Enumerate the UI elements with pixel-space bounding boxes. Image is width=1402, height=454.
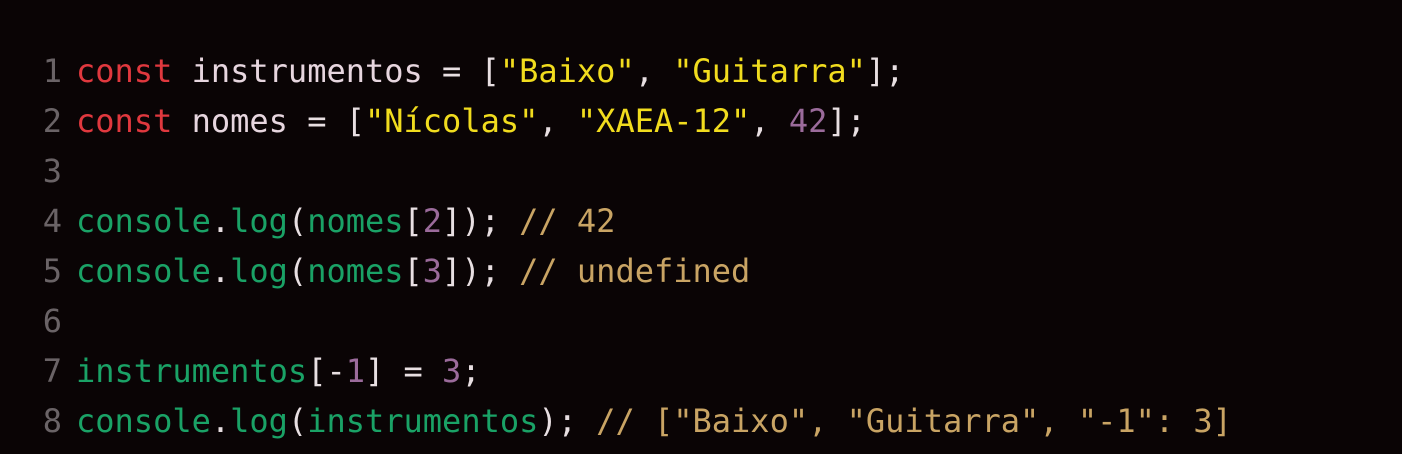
code-token: // ["Baixo", "Guitarra", "-1": 3] xyxy=(596,402,1232,440)
code-token: nomes xyxy=(307,252,404,290)
code-token: ( xyxy=(287,402,308,440)
line-number: 6 xyxy=(42,302,62,340)
code-token: // 42 xyxy=(519,202,616,240)
code-token: console xyxy=(76,252,211,290)
code-token: , xyxy=(634,52,674,90)
code-line[interactable]: 2 const nomes = ["Nícolas", "XAEA-12", 42… xyxy=(0,96,1402,146)
code-token: "Baixo" xyxy=(499,52,635,90)
line-code: console.log(nomes[3]); // undefined xyxy=(76,246,750,296)
line-number: 4 xyxy=(42,202,62,240)
code-token: , xyxy=(538,102,577,140)
code-token: , xyxy=(750,102,789,140)
code-line[interactable]: 7 instrumentos[-1] = 3; xyxy=(0,346,1402,396)
code-line[interactable]: 6 xyxy=(0,296,1402,346)
code-token: . xyxy=(210,202,231,240)
code-token: [ xyxy=(403,202,423,240)
code-token: ]; xyxy=(827,102,866,140)
code-token: 3 xyxy=(422,252,443,290)
line-code: instrumentos[-1] = 3; xyxy=(76,346,481,396)
code-line[interactable]: 8 console.log(instrumentos); // ["Baixo",… xyxy=(0,396,1402,446)
code-token: = [ xyxy=(287,102,365,140)
line-number: 1 xyxy=(42,52,62,90)
code-line[interactable]: 5 console.log(nomes[3]); // undefined xyxy=(0,246,1402,296)
code-line[interactable]: 1 const instrumentos = ["Baixo", "Guitarr… xyxy=(0,46,1402,96)
code-token: ]); xyxy=(442,252,520,290)
code-token: nomes xyxy=(307,202,404,240)
code-token: . xyxy=(210,252,231,290)
code-token: 3 xyxy=(442,352,462,390)
code-token: console xyxy=(76,402,211,440)
line-number: 7 xyxy=(42,352,62,390)
code-token: "Guitarra" xyxy=(673,52,866,90)
line-number: 5 xyxy=(42,252,62,290)
code-token: 2 xyxy=(422,202,443,240)
line-code: console.log(instrumentos); // ["Baixo", … xyxy=(76,396,1232,446)
code-token: console xyxy=(76,202,211,240)
code-token: const xyxy=(76,52,173,90)
code-token: "XAEA-12" xyxy=(576,102,751,140)
code-token: ; xyxy=(461,352,481,390)
code-token: log xyxy=(230,202,288,240)
code-token: ( xyxy=(287,202,308,240)
code-token: log xyxy=(230,252,288,290)
code-token: 42 xyxy=(788,102,828,140)
code-token: instrumentos xyxy=(307,402,539,440)
code-token: [ xyxy=(403,252,423,290)
code-editor[interactable]: 1 const instrumentos = ["Baixo", "Guitarr… xyxy=(0,0,1402,454)
line-code: const nomes = ["Nícolas", "XAEA-12", 42]… xyxy=(76,96,866,146)
line-number: 3 xyxy=(42,152,62,190)
code-token: instrumentos xyxy=(191,52,423,90)
code-token: instrumentos xyxy=(76,352,308,390)
code-token: nomes xyxy=(191,102,288,140)
code-line[interactable]: 4 console.log(nomes[2]); // 42 xyxy=(0,196,1402,246)
code-token: ( xyxy=(287,252,308,290)
code-token: ]); xyxy=(442,202,520,240)
code-token: // undefined xyxy=(519,252,751,290)
code-token: . xyxy=(210,402,231,440)
line-number: 8 xyxy=(42,402,62,440)
line-number: 2 xyxy=(42,102,62,140)
code-token: ] = xyxy=(364,352,443,390)
code-token: const xyxy=(76,102,173,140)
code-token: [- xyxy=(307,352,346,390)
code-token: 1 xyxy=(345,352,365,390)
code-token: log xyxy=(230,402,288,440)
line-code: const instrumentos = ["Baixo", "Guitarra… xyxy=(76,46,904,96)
code-token: ); xyxy=(538,402,597,440)
code-line[interactable]: 3 xyxy=(0,146,1402,196)
line-code: console.log(nomes[2]); // 42 xyxy=(76,196,615,246)
code-token: = [ xyxy=(422,52,500,90)
code-token: ]; xyxy=(865,52,905,90)
code-token: "Nícolas" xyxy=(364,102,539,140)
